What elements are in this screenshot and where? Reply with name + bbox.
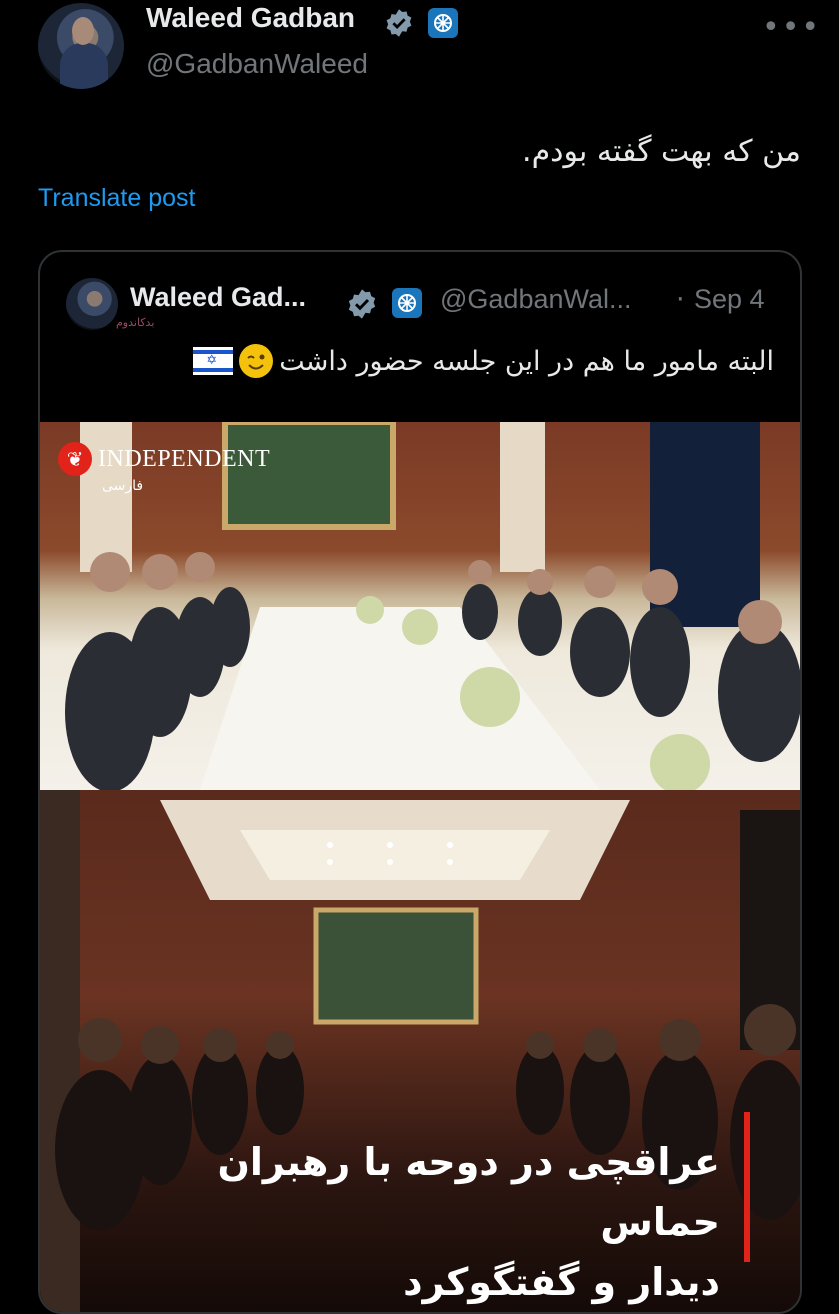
more-options-icon[interactable]: ••• [762, 10, 821, 45]
quote-author-handle[interactable]: @GadbanWal... [440, 284, 632, 315]
quote-author-name[interactable]: Waleed Gad... [130, 282, 306, 313]
independent-logo-sub: فارسی [102, 478, 144, 494]
tweet-text: من که بهت گفته بودم. [522, 134, 801, 169]
headline-line-1: عراقچی در دوحه با رهبران حماس [217, 1140, 720, 1244]
quote-sub-label: بدکاندوم [116, 316, 155, 329]
quote-emblem-badge-icon [392, 288, 422, 318]
independent-logo-text: INDEPENDENT [98, 445, 271, 472]
quote-separator: · [676, 284, 685, 315]
meeting-photo-top[interactable]: ❦ INDEPENDENT فارسی [40, 422, 800, 790]
author-handle[interactable]: @GadbanWaleed [146, 48, 368, 80]
independent-logo: ❦ INDEPENDENT [58, 442, 270, 476]
wink-emoji-icon [239, 344, 274, 378]
headline-line-2: دیدار و گفتگوکرد [403, 1260, 720, 1304]
image-headline: عراقچی در دوحه با رهبران حماس دیدار و گف… [160, 1132, 720, 1312]
headline-accent-bar [744, 1112, 750, 1262]
author-name[interactable]: Waleed Gadban [146, 2, 355, 34]
quoted-tweet-card[interactable]: Waleed Gad... @GadbanWal... · Sep 4 بدکا… [38, 250, 802, 1314]
quote-verified-badge-icon [348, 289, 376, 319]
translate-post-link[interactable]: Translate post [38, 184, 195, 213]
emblem-badge-icon [428, 8, 458, 38]
author-avatar[interactable] [38, 3, 124, 89]
quote-text-row: البته مامور ما هم در این جلسه حضور داشت … [193, 344, 774, 378]
quote-text: البته مامور ما هم در این جلسه حضور داشت [279, 345, 774, 377]
israel-flag-icon: ✡ [193, 347, 234, 375]
quote-date[interactable]: Sep 4 [694, 284, 765, 315]
quote-author-avatar[interactable] [66, 278, 118, 330]
eagle-icon: ❦ [58, 442, 92, 476]
verified-badge-icon [386, 9, 412, 37]
